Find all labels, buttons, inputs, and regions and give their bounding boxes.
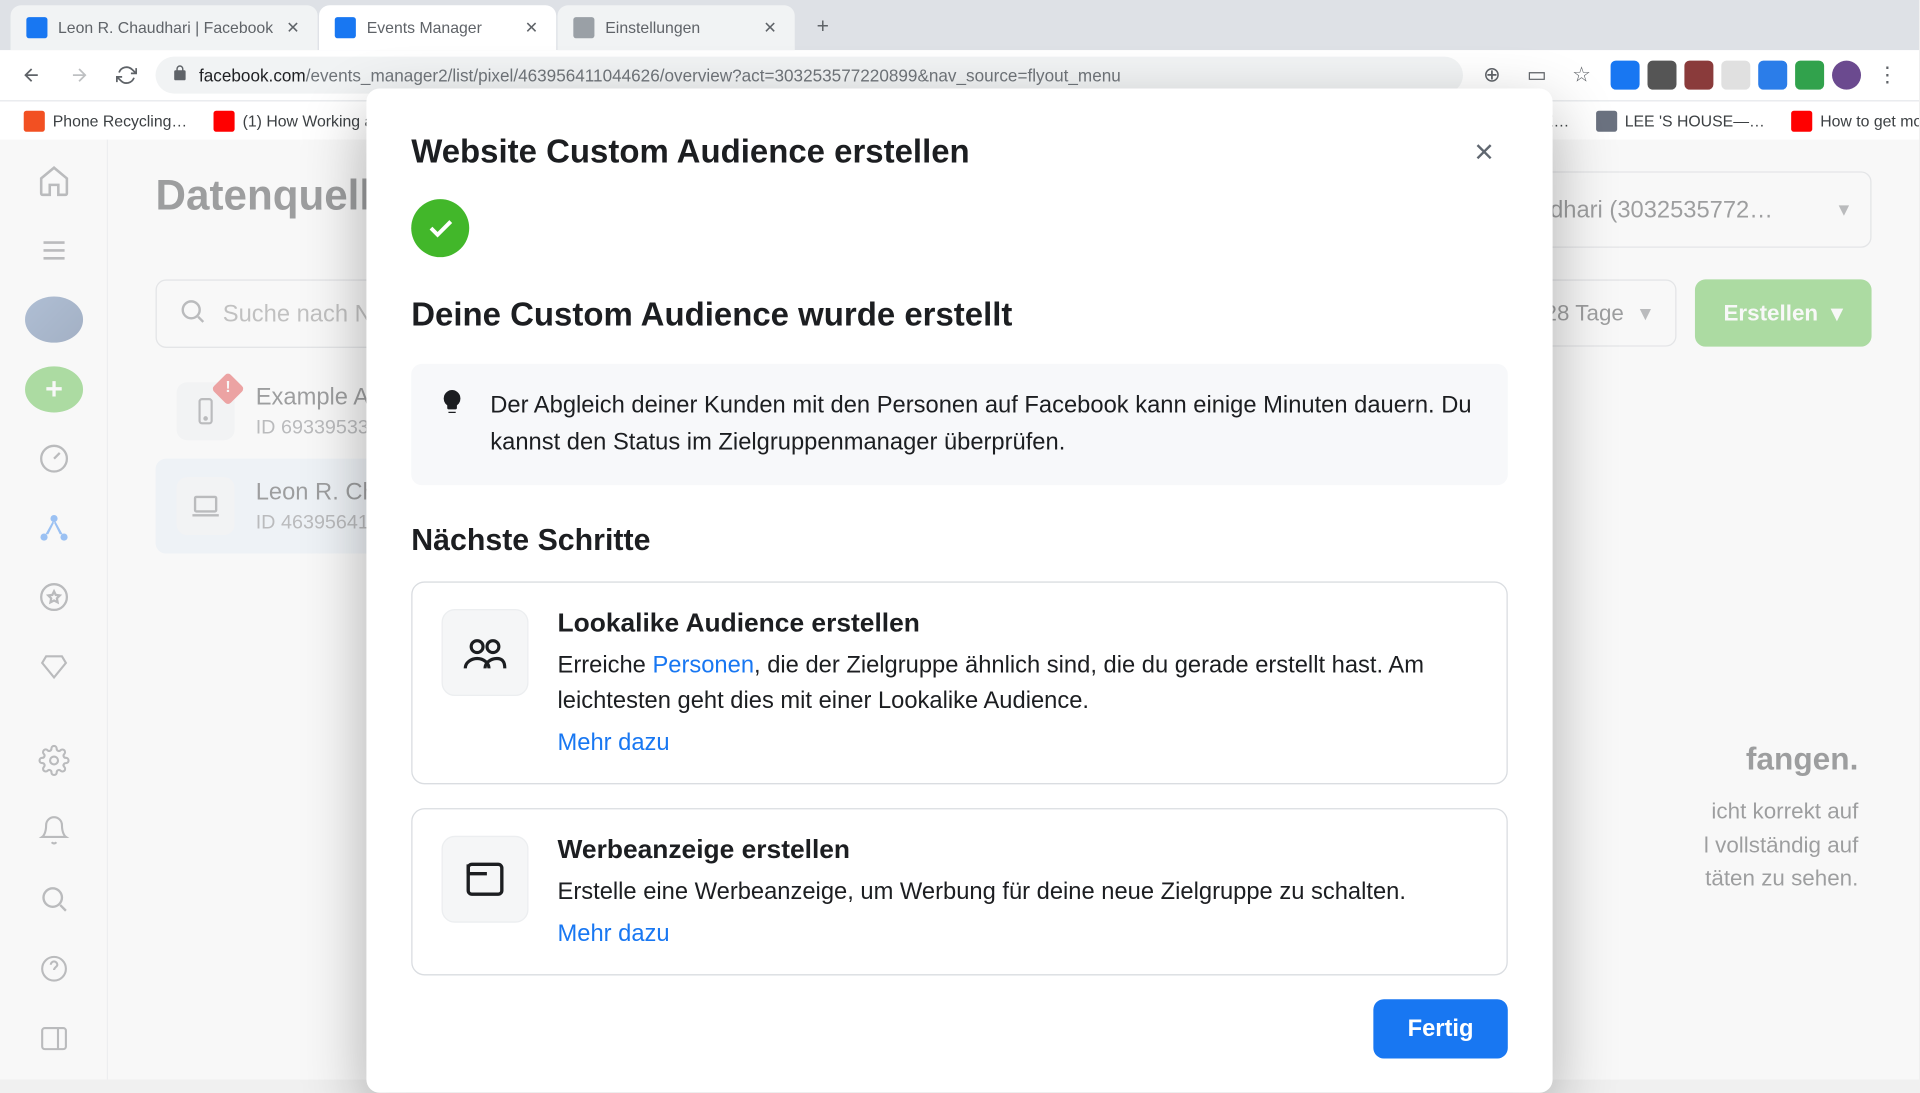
bookmark-label: LEE 'S HOUSE—… [1625,111,1765,129]
option-description: Erreiche Personen, die der Zielgruppe äh… [558,647,1478,718]
tab-strip: Leon R. Chaudhari | Facebook ✕ Events Ma… [0,0,1919,50]
kebab-menu-icon[interactable]: ⋮ [1869,57,1906,94]
bookmark-item[interactable]: LEE 'S HOUSE—… [1585,105,1775,137]
ext-icon[interactable] [1721,61,1750,90]
close-icon[interactable]: ✕ [284,18,302,36]
persons-link[interactable]: Personen [652,651,754,677]
info-text: Der Abgleich deiner Kunden mit den Perso… [490,388,1481,462]
reload-button[interactable] [108,57,145,94]
profile-avatar-icon[interactable] [1832,61,1861,90]
extension-icons: ⋮ [1611,57,1906,94]
lock-icon [171,65,188,86]
star-icon[interactable]: ☆ [1563,57,1600,94]
option-lookalike[interactable]: Lookalike Audience erstellen Erreiche Pe… [411,581,1508,784]
facebook-favicon-icon [335,17,356,38]
ext-icon[interactable] [1795,61,1824,90]
info-box: Der Abgleich deiner Kunden mit den Perso… [411,364,1508,485]
new-tab-button[interactable]: + [804,9,841,46]
close-icon[interactable]: ✕ [761,18,779,36]
bookmark-label: How to get more v… [1820,111,1919,129]
modal-title: Website Custom Audience erstellen [411,133,969,171]
option-title: Werbeanzeige erstellen [558,836,1478,866]
done-button[interactable]: Fertig [1373,999,1507,1058]
bookmark-label: Phone Recycling… [53,111,188,129]
close-icon[interactable]: ✕ [522,18,540,36]
learn-more-link[interactable]: Mehr dazu [558,729,1478,757]
browser-tab[interactable]: Leon R. Chaudhari | Facebook ✕ [11,5,318,50]
modal-subtitle: Deine Custom Audience wurde erstellt [411,297,1508,335]
tab-title: Einstellungen [605,18,750,36]
ext-icon[interactable] [1758,61,1787,90]
bookmark-icon [1596,110,1617,131]
bookmark-icon [214,110,235,131]
create-audience-modal: Website Custom Audience erstellen Deine … [366,89,1552,1093]
tab-title: Events Manager [367,18,512,36]
tab-title: Leon R. Chaudhari | Facebook [58,18,273,36]
ext-icon[interactable] [1684,61,1713,90]
option-title: Lookalike Audience erstellen [558,609,1478,639]
bookmark-item[interactable]: How to get more v… [1781,105,1919,137]
next-steps-heading: Nächste Schritte [411,522,1508,558]
url-text: facebook.com/events_manager2/list/pixel/… [199,65,1447,85]
bookmark-icon [1791,110,1812,131]
browser-tab[interactable]: Einstellungen ✕ [558,5,795,50]
settings-favicon-icon [574,17,595,38]
back-button[interactable] [13,57,50,94]
success-check-icon [411,199,469,257]
forward-button[interactable] [61,57,98,94]
close-button[interactable] [1460,128,1507,175]
ext-icon[interactable] [1648,61,1677,90]
lightbulb-icon [438,388,470,462]
facebook-ext-icon[interactable] [1611,61,1640,90]
facebook-favicon-icon [26,17,47,38]
bookmark-icon [24,110,45,131]
ad-window-icon [442,836,529,923]
app-root: Datenquellen Leon R. Chaudhari (30325357… [0,140,1919,1080]
learn-more-link[interactable]: Mehr dazu [558,920,1478,948]
browser-tab[interactable]: Events Manager ✕ [319,5,556,50]
people-icon [442,609,529,696]
option-description: Erstelle eine Werbeanzeige, um Werbung f… [558,874,1478,910]
bookmark-item[interactable]: Phone Recycling… [13,105,198,137]
option-create-ad[interactable]: Werbeanzeige erstellen Erstelle eine Wer… [411,808,1508,975]
